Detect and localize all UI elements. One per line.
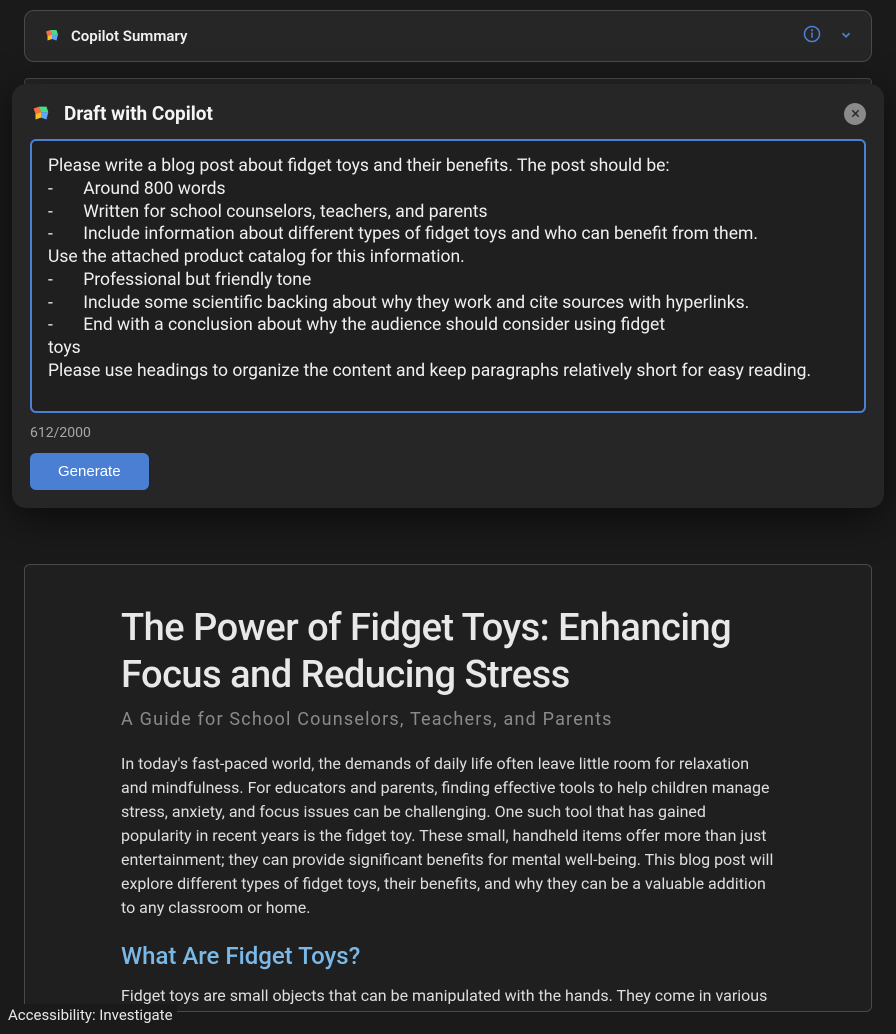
draft-copilot-dialog: Draft with Copilot Please write a blog p… <box>12 84 884 508</box>
document-paragraph: In today's fast-paced world, the demands… <box>121 752 775 920</box>
document-subtitle: A Guide for School Counselors, Teachers,… <box>121 709 775 730</box>
document-paragraph: Fidget toys are small objects that can b… <box>121 984 775 1008</box>
close-button[interactable] <box>844 103 866 125</box>
character-count: 612/2000 <box>30 425 866 441</box>
prompt-input[interactable]: Please write a blog post about fidget to… <box>30 139 866 413</box>
copilot-icon <box>30 103 52 125</box>
dialog-header: Draft with Copilot <box>30 102 866 125</box>
summary-panel-title: Copilot Summary <box>71 27 803 45</box>
status-bar: Accessibility: Investigate <box>4 1004 177 1026</box>
document-body[interactable]: The Power of Fidget Toys: Enhancing Focu… <box>24 564 872 1012</box>
info-icon[interactable] <box>803 25 821 47</box>
document-heading: What Are Fidget Toys? <box>121 942 775 970</box>
prompt-text: Please write a blog post about fidget to… <box>48 155 848 383</box>
dialog-title: Draft with Copilot <box>64 102 844 125</box>
document-title: The Power of Fidget Toys: Enhancing Focu… <box>121 605 775 699</box>
copilot-summary-panel[interactable]: Copilot Summary <box>24 10 872 62</box>
chevron-down-icon[interactable] <box>839 27 853 46</box>
copilot-icon <box>43 27 61 45</box>
generate-button[interactable]: Generate <box>30 453 149 490</box>
